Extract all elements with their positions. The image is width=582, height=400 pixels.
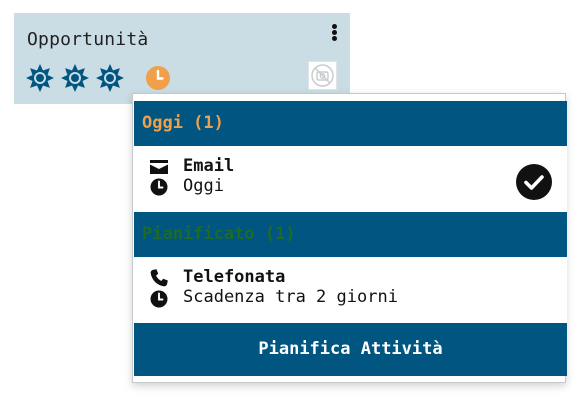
- clock-icon: [150, 178, 168, 196]
- kanban-card[interactable]: Opportunità: [14, 13, 350, 104]
- check-circle-icon[interactable]: [516, 164, 552, 200]
- activity-item-email[interactable]: Email Oggi: [134, 146, 567, 212]
- planned-header: Pianificato (1): [134, 212, 567, 257]
- today-header: Oggi (1): [134, 101, 567, 146]
- star-badge-icon[interactable]: [61, 64, 89, 92]
- clock-icon: [150, 290, 168, 308]
- activity-title: Email: [183, 156, 235, 176]
- activity-title: Telefonata: [183, 267, 286, 287]
- activity-due: Scadenza tra 2 giorni: [183, 287, 398, 307]
- schedule-activity-button[interactable]: Pianifica Attività: [134, 323, 567, 376]
- envelope-icon: [150, 160, 168, 174]
- card-title: Opportunità: [27, 29, 149, 50]
- star-badge-icon[interactable]: [26, 64, 54, 92]
- vertical-dots-icon[interactable]: [330, 24, 338, 44]
- phone-icon: [150, 269, 168, 287]
- activity-popover: Oggi (1) Email Oggi Pianificato (1) Tele…: [132, 93, 567, 383]
- star-badge-icon[interactable]: [96, 64, 124, 92]
- avatar[interactable]: [308, 61, 337, 90]
- no-photo-icon: [311, 64, 334, 87]
- clock-icon[interactable]: [146, 66, 170, 90]
- activity-item-phone[interactable]: Telefonata Scadenza tra 2 giorni: [134, 257, 567, 323]
- activity-due: Oggi: [183, 176, 224, 196]
